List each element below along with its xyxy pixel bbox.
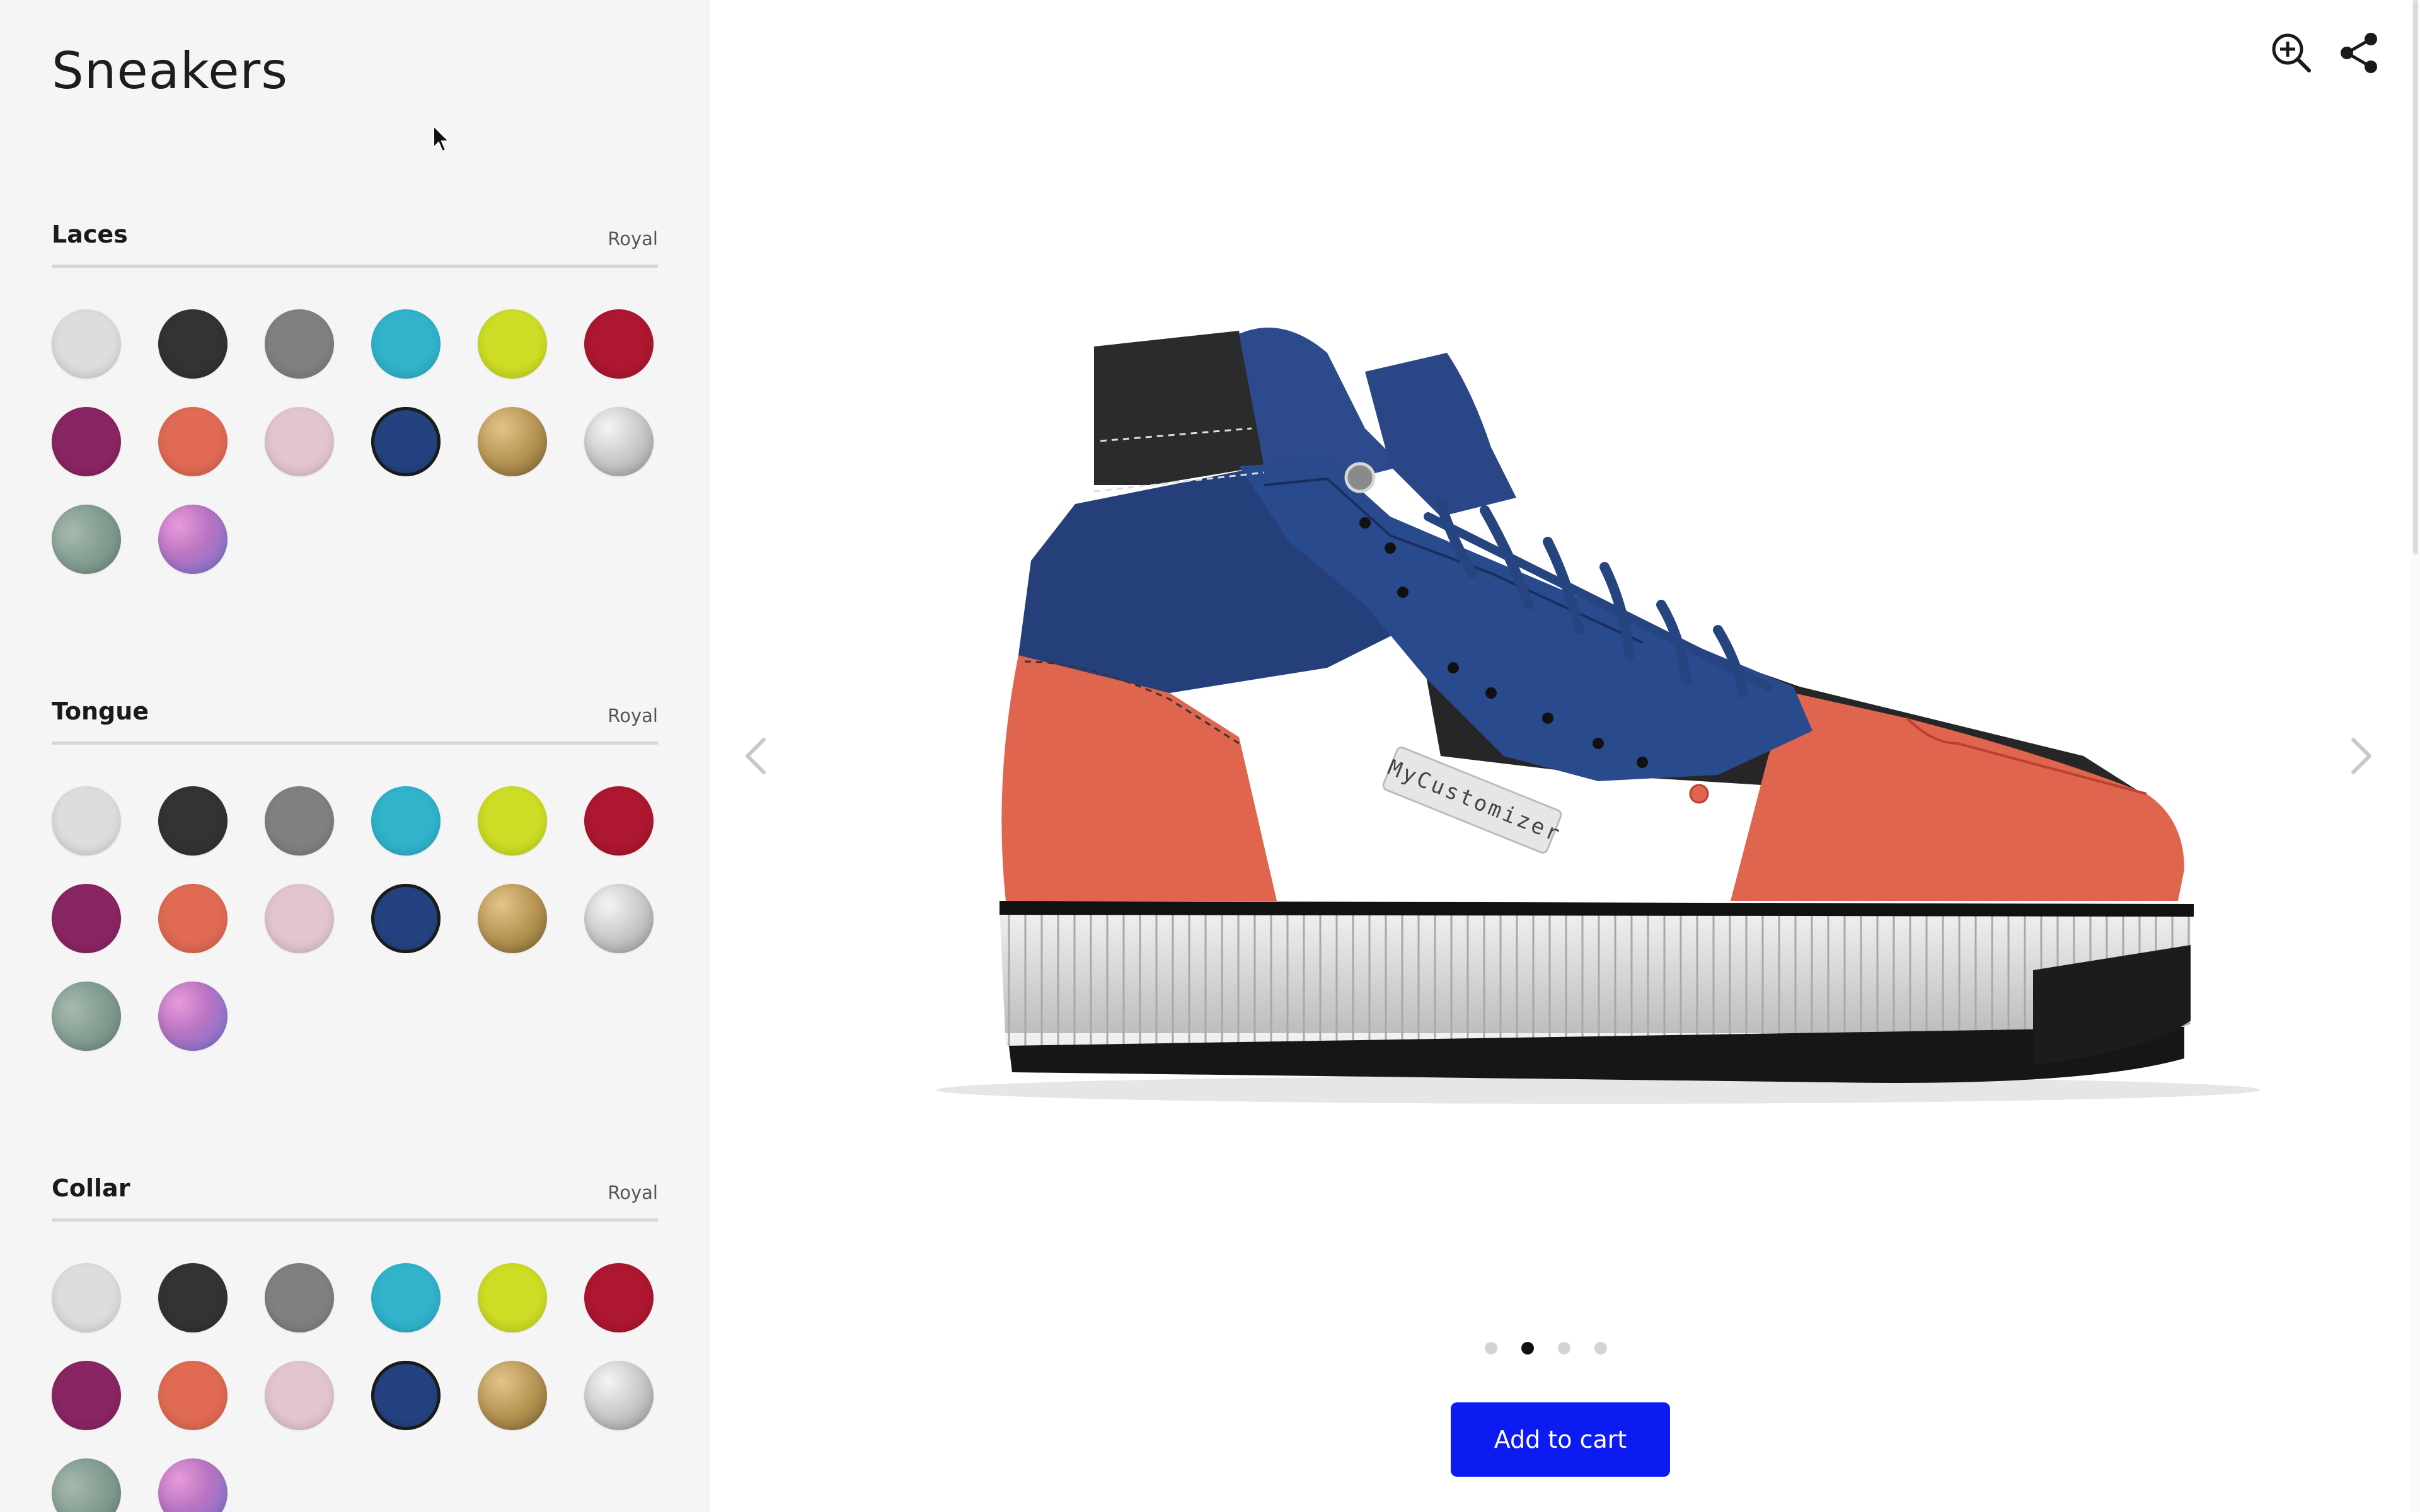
color-swatch-holographic[interactable] (158, 982, 228, 1051)
color-swatch-grey[interactable] (265, 786, 334, 856)
option-group-header: Collar Royal (52, 1174, 658, 1222)
color-swatch-black[interactable] (158, 786, 228, 856)
color-swatch-silver[interactable] (584, 407, 654, 476)
color-swatch-holographic[interactable] (158, 505, 228, 574)
color-swatch-red[interactable] (584, 786, 654, 856)
product-viewer: MyCustomizer Add to cart (710, 0, 2420, 1512)
color-swatch-black[interactable] (158, 309, 228, 379)
color-swatch-red[interactable] (584, 309, 654, 379)
option-selected-value: Royal (608, 228, 658, 249)
color-swatch-orange[interactable] (158, 407, 228, 476)
color-swatch-turquoise[interactable] (371, 786, 441, 856)
chevron-right-icon[interactable] (2343, 731, 2381, 781)
option-group-laces: Laces Royal (52, 220, 658, 574)
mouse-cursor (433, 125, 451, 152)
option-selected-value: Royal (608, 1182, 658, 1203)
color-swatch-grey[interactable] (265, 309, 334, 379)
color-swatch-white[interactable] (52, 786, 121, 856)
color-swatch-gold[interactable] (478, 407, 547, 476)
scrollbar-thumb[interactable] (2413, 0, 2418, 554)
color-swatch-royal[interactable] (371, 884, 441, 953)
color-swatch-camo[interactable] (52, 982, 121, 1051)
color-swatch-grid (52, 1263, 658, 1512)
color-swatch-silver[interactable] (584, 1361, 654, 1430)
pagination-dot[interactable] (1521, 1342, 1534, 1354)
color-swatch-red[interactable] (584, 1263, 654, 1332)
color-swatch-magenta[interactable] (52, 407, 121, 476)
view-pagination (1485, 1342, 1607, 1354)
color-swatch-silver[interactable] (584, 884, 654, 953)
color-swatch-gold[interactable] (478, 1361, 547, 1430)
color-swatch-magenta[interactable] (52, 1361, 121, 1430)
customizer-sidebar: Sneakers Laces Royal Tongue Royal Collar… (0, 0, 710, 1512)
page-title: Sneakers (52, 42, 288, 100)
color-swatch-royal[interactable] (371, 1361, 441, 1430)
color-swatch-white[interactable] (52, 309, 121, 379)
option-group-name: Collar (52, 1174, 130, 1202)
chevron-left-icon[interactable] (736, 731, 774, 781)
zoom-in-icon[interactable] (2269, 30, 2314, 76)
color-swatch-grid (52, 786, 658, 1051)
color-swatch-pink[interactable] (265, 407, 334, 476)
color-swatch-turquoise[interactable] (371, 1263, 441, 1332)
color-swatch-grid (52, 309, 658, 574)
option-group-header: Laces Royal (52, 220, 658, 268)
brand-badge-text: MyCustomizer (1384, 755, 1565, 847)
color-swatch-grey[interactable] (265, 1263, 334, 1332)
option-group-name: Laces (52, 220, 128, 248)
option-group-name: Tongue (52, 697, 149, 725)
color-swatch-holographic[interactable] (158, 1458, 228, 1512)
pagination-dot[interactable] (1594, 1342, 1607, 1354)
pagination-dot[interactable] (1558, 1342, 1570, 1354)
color-swatch-white[interactable] (52, 1263, 121, 1332)
color-swatch-orange[interactable] (158, 884, 228, 953)
color-swatch-gold[interactable] (478, 884, 547, 953)
sneaker-render[interactable]: MyCustomizer (886, 277, 2273, 1121)
scrollbar[interactable] (2411, 0, 2420, 1512)
color-swatch-lime[interactable] (478, 1263, 547, 1332)
color-swatch-royal[interactable] (371, 407, 441, 476)
color-swatch-turquoise[interactable] (371, 309, 441, 379)
color-swatch-camo[interactable] (52, 505, 121, 574)
option-group-collar: Collar Royal (52, 1174, 658, 1512)
option-group-header: Tongue Royal (52, 697, 658, 745)
color-swatch-lime[interactable] (478, 786, 547, 856)
add-to-cart-button[interactable]: Add to cart (1451, 1402, 1670, 1477)
color-swatch-orange[interactable] (158, 1361, 228, 1430)
pagination-dot[interactable] (1485, 1342, 1497, 1354)
color-swatch-pink[interactable] (265, 1361, 334, 1430)
color-swatch-black[interactable] (158, 1263, 228, 1332)
color-swatch-magenta[interactable] (52, 884, 121, 953)
option-selected-value: Royal (608, 705, 658, 726)
color-swatch-camo[interactable] (52, 1458, 121, 1512)
share-icon[interactable] (2337, 30, 2382, 76)
color-swatch-pink[interactable] (265, 884, 334, 953)
option-group-tongue: Tongue Royal (52, 697, 658, 1051)
color-swatch-lime[interactable] (478, 309, 547, 379)
